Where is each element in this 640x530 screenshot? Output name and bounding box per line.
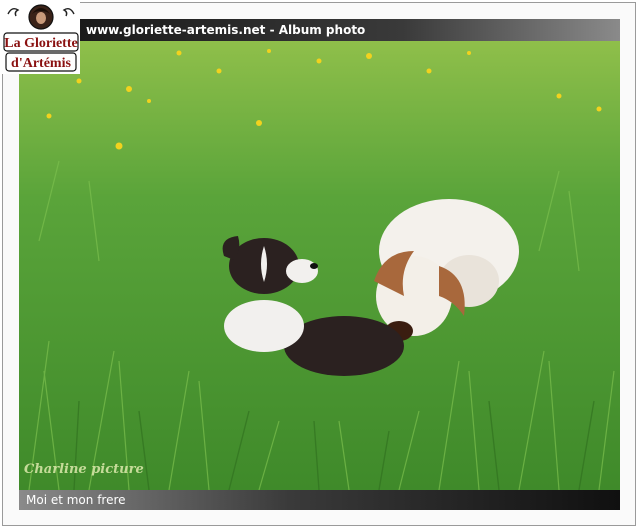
site-logo[interactable]: La Gloriette d'Artémis <box>2 2 80 74</box>
logo-line2: d'Artémis <box>11 56 71 71</box>
caption-bar: Moi et mon frere <box>19 490 620 510</box>
album-photo[interactable] <box>19 41 620 490</box>
photo-watermark: Charline picture <box>24 462 144 477</box>
logo-line1: La Gloriette <box>4 36 77 51</box>
photo-caption: Moi et mon frere <box>26 493 126 507</box>
site-title[interactable]: www.gloriette-artemis.net - Album photo <box>86 23 365 37</box>
logo-graphic: La Gloriette d'Artémis <box>2 2 80 74</box>
photo-image <box>19 41 620 490</box>
header-bar: www.gloriette-artemis.net - Album photo <box>78 19 620 41</box>
